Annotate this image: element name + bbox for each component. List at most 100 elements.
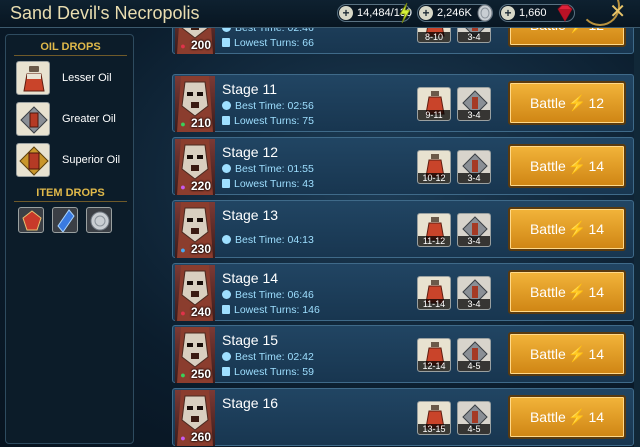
item-drops-title: ITEM DROPS [36,187,105,199]
best-time: Best Time: 01:55 [222,163,314,175]
item-quantity: 4-5 [458,361,490,371]
oil-drop-slot[interactable]: 13-15 [417,401,451,435]
stage-row[interactable]: ● 240 Stage 14 Best Time: 06:46 Lowest T… [172,263,634,321]
energy-icon: ⚡ [567,158,587,175]
item-drop-slot[interactable]: 3-4 [457,150,491,184]
battle-label: Battle [529,346,566,362]
oil-quantity: 11-12 [418,236,450,246]
add-gems-button[interactable]: + [501,6,515,20]
oil-quantity: 8-10 [418,32,450,42]
superior-oil-icon [16,143,50,177]
stage-name: Stage 15 [222,332,279,348]
battle-button[interactable]: Battle ⚡ 14 [508,332,626,376]
oil-quantity: 11-14 [418,299,450,309]
gems-value: 1,660 [519,7,547,19]
best-time: Best Time: 02:56 [222,100,314,112]
stage-list[interactable]: ● 200 Stage 10 Best Time: 02:46 Lowest T… [172,28,640,447]
stage-row[interactable]: ● 230 Stage 13 Best Time: 04:13 11-12 3-… [172,200,634,258]
oil-quantity: 13-15 [418,424,450,434]
item-drop-slot[interactable]: 3-4 [457,28,491,43]
divider [14,55,127,56]
oil-quantity: 12-14 [418,361,450,371]
battle-button[interactable]: Battle ⚡ 14 [508,395,626,439]
close-button[interactable]: ✕ [609,2,626,22]
energy-icon: ⚡ [567,221,587,238]
gem-fragment-icon[interactable] [18,207,44,233]
stage-row[interactable]: ● 250 Stage 15 Best Time: 02:42 Lowest T… [172,325,634,383]
boss-level: 210 [191,116,212,130]
battle-button[interactable]: Battle ⚡ 14 [508,207,626,251]
energy-cost: 14 [588,409,605,425]
affinity-icon: ● [180,41,186,51]
item-drop-slot[interactable]: 3-4 [457,213,491,247]
oil-drops-title: OIL DROPS [40,41,101,53]
oil-drop-slot[interactable]: 9-11 [417,87,451,121]
affinity-icon: ● [180,245,186,255]
flag-icon [222,305,230,314]
battle-label: Battle [529,95,566,111]
energy-counter[interactable]: + 14,484/130 [337,2,412,24]
oil-drop-slot[interactable]: 12-14 [417,338,451,372]
item-quantity: 4-5 [458,424,490,434]
energy-icon [399,2,411,24]
oil-row-greater[interactable]: Greater Oil [16,102,134,138]
top-bar: Sand Devil's Necropolis + 14,484/130 + 2… [0,0,640,28]
affinity-icon: ● [180,182,186,192]
lesser-oil-icon [16,61,50,95]
oil-row-lesser[interactable]: Lesser Oil [16,61,134,97]
affinity-icon: ● [180,308,186,318]
boss-level: 200 [191,38,212,52]
stage-row[interactable]: ● 220 Stage 12 Best Time: 01:55 Lowest T… [172,137,634,195]
energy-cost: 12 [588,28,604,33]
lowest-turns: Lowest Turns: 75 [222,115,314,127]
silver-value: 2,246K [437,7,472,19]
battle-button[interactable]: Battle ⚡ 14 [508,270,626,314]
scroll-edge [634,28,640,447]
silver-counter[interactable]: + 2,246K [417,4,493,22]
affinity-icon: ● [180,119,186,129]
item-drop-slot[interactable]: 4-5 [457,401,491,435]
item-drop-slot[interactable]: 4-5 [457,338,491,372]
boss-level: 250 [191,367,212,381]
oil-drop-slot[interactable]: 11-14 [417,276,451,310]
gems-counter[interactable]: + 1,660 [499,4,575,22]
flag-icon [222,367,230,376]
oil-drop-slot[interactable]: 11-12 [417,213,451,247]
add-silver-button[interactable]: + [419,6,433,20]
divider [14,201,127,202]
battle-button[interactable]: Battle⚡12 [508,28,626,47]
silver-coin-icon[interactable] [86,207,112,233]
affinity-icon: ● [180,433,186,443]
clock-icon [222,352,231,361]
stage-row[interactable]: ● 260 Stage 16 13-15 4-5 Battle ⚡ 14 [172,388,634,446]
battle-button[interactable]: Battle⚡12 [508,81,626,125]
stage-name: Stage 14 [222,270,279,286]
oil-drop-slot[interactable]: 10-12 [417,150,451,184]
clock-icon [222,28,231,32]
best-time: Best Time: 02:46 [222,28,314,34]
boss-portrait: ● 220 [175,139,215,195]
oil-row-superior[interactable]: Superior Oil [16,143,134,179]
energy-cost: 12 [588,95,605,111]
affinity-icon: ● [180,370,186,380]
item-drop-slot[interactable]: 3-4 [457,276,491,310]
boss-level: 260 [191,430,212,444]
add-energy-button[interactable]: + [339,6,353,20]
oil-drop-slot[interactable]: 8-10 [417,28,451,43]
blue-shard-icon[interactable] [52,207,78,233]
boss-level: 220 [191,179,212,193]
flag-icon [222,179,230,188]
clock-icon [222,164,231,173]
battle-label: Battle [529,221,566,237]
best-time: Best Time: 04:13 [222,234,314,246]
energy-cost: 14 [588,284,605,300]
item-quantity: 3-4 [458,299,490,309]
battle-button[interactable]: Battle ⚡ 14 [508,144,626,188]
lesser-oil-label: Lesser Oil [62,72,112,84]
item-drop-slot[interactable]: 3-4 [457,87,491,121]
battle-label: Battle [529,409,566,425]
stage-row[interactable]: ● 210 Stage 11 Best Time: 02:56 Lowest T… [172,74,634,132]
stage-row[interactable]: ● 200 Stage 10 Best Time: 02:46 Lowest T… [172,28,634,54]
greater-oil-label: Greater Oil [62,113,116,125]
item-quantity: 3-4 [458,236,490,246]
